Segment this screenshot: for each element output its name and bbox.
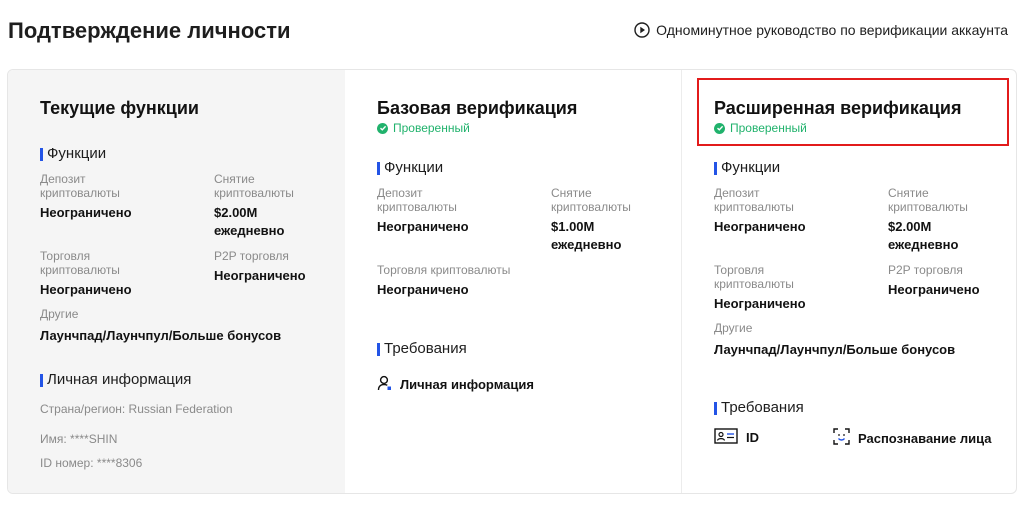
advanced-req-id-label: ID [746,430,759,445]
current-deposit-label: Депозит криптовалюты [40,172,120,200]
play-circle-icon [634,22,650,38]
current-other-value: Лаунчпад/Лаунчпул/Больше бонусов [40,328,282,343]
advanced-verification-column: Расширенная верификация Проверенный Функ… [681,70,1016,493]
basic-requirements-heading: Требования [377,341,467,357]
advanced-requirements-heading: Требования [714,400,804,416]
current-features-column: Текущие функции Функции Депозит криптова… [8,70,345,493]
check-circle-icon [377,122,388,134]
advanced-req-face-label: Распознавание лица [858,430,992,446]
id-card-icon [714,428,738,447]
verification-panel: Текущие функции Функции Депозит криптова… [7,69,1017,494]
current-p2p-value: Неограничено [214,268,306,283]
current-p2p-label: P2P торговля [214,249,289,263]
current-deposit-value: Неограничено [40,205,132,220]
advanced-p2p-value: Неограничено [888,282,980,297]
advanced-other-value: Лаунчпад/Лаунчпул/Больше бонусов [714,342,956,357]
advanced-deposit-label: Депозит криптовалюты [714,186,794,214]
advanced-features-heading: Функции [714,160,780,176]
basic-withdraw-label: Снятие криптовалюты [551,186,631,214]
current-trade-label: Торговля криптовалюты [40,249,120,277]
current-features-heading: Функции [40,146,106,162]
advanced-status-label: Проверенный [730,121,807,135]
guide-link-label: Одноминутное руководство по верификации … [656,22,1008,38]
advanced-other-label: Другие [714,321,753,335]
basic-features-heading: Функции [377,160,443,176]
guide-link[interactable]: Одноминутное руководство по верификации … [634,22,1008,38]
advanced-withdraw-label: Снятие криптовалюты [888,186,968,214]
advanced-req-id: ID [714,428,759,447]
personal-info-heading: Личная информация [40,372,191,388]
current-features-title: Текущие функции [40,98,199,118]
name-info: Имя: ****SHIN [40,432,118,446]
advanced-trade-value: Неограничено [714,296,806,311]
basic-status-label: Проверенный [393,121,470,135]
current-trade-value: Неограничено [40,282,132,297]
advanced-status-badge: Проверенный [714,121,807,135]
current-other-label: Другие [40,307,79,321]
basic-verification-column: Базовая верификация Проверенный Функции … [345,70,681,493]
basic-status-badge: Проверенный [377,121,470,135]
advanced-trade-label: Торговля криптовалюты [714,263,794,291]
id-number-info: ID номер: ****8306 [40,456,143,470]
advanced-verification-title: Расширенная верификация [714,98,962,118]
basic-req-personal-info: Личная информация [377,375,534,394]
basic-verification-title: Базовая верификация [377,98,578,118]
country-info: Страна/регион: Russian Federation [40,402,233,416]
advanced-withdraw-value: $2.00M ежедневно [888,219,959,252]
page-title: Подтверждение личности [8,18,291,43]
advanced-req-face: Распознавание лица [833,428,992,448]
face-scan-icon [833,428,850,448]
basic-deposit-value: Неограничено [377,219,469,234]
person-icon [377,375,392,394]
basic-trade-value: Неограничено [377,282,469,297]
basic-deposit-label: Депозит криптовалюты [377,186,457,214]
current-withdraw-value: $2.00M ежедневно [214,205,285,238]
current-withdraw-label: Снятие криптовалюты [214,172,294,200]
basic-withdraw-value: $1.00M ежедневно [551,219,622,252]
basic-trade-label: Торговля криптовалюты [377,263,511,277]
advanced-p2p-label: P2P торговля [888,263,963,277]
check-circle-icon [714,122,725,134]
basic-req-personal-label: Личная информация [400,377,534,392]
advanced-deposit-value: Неограничено [714,219,806,234]
